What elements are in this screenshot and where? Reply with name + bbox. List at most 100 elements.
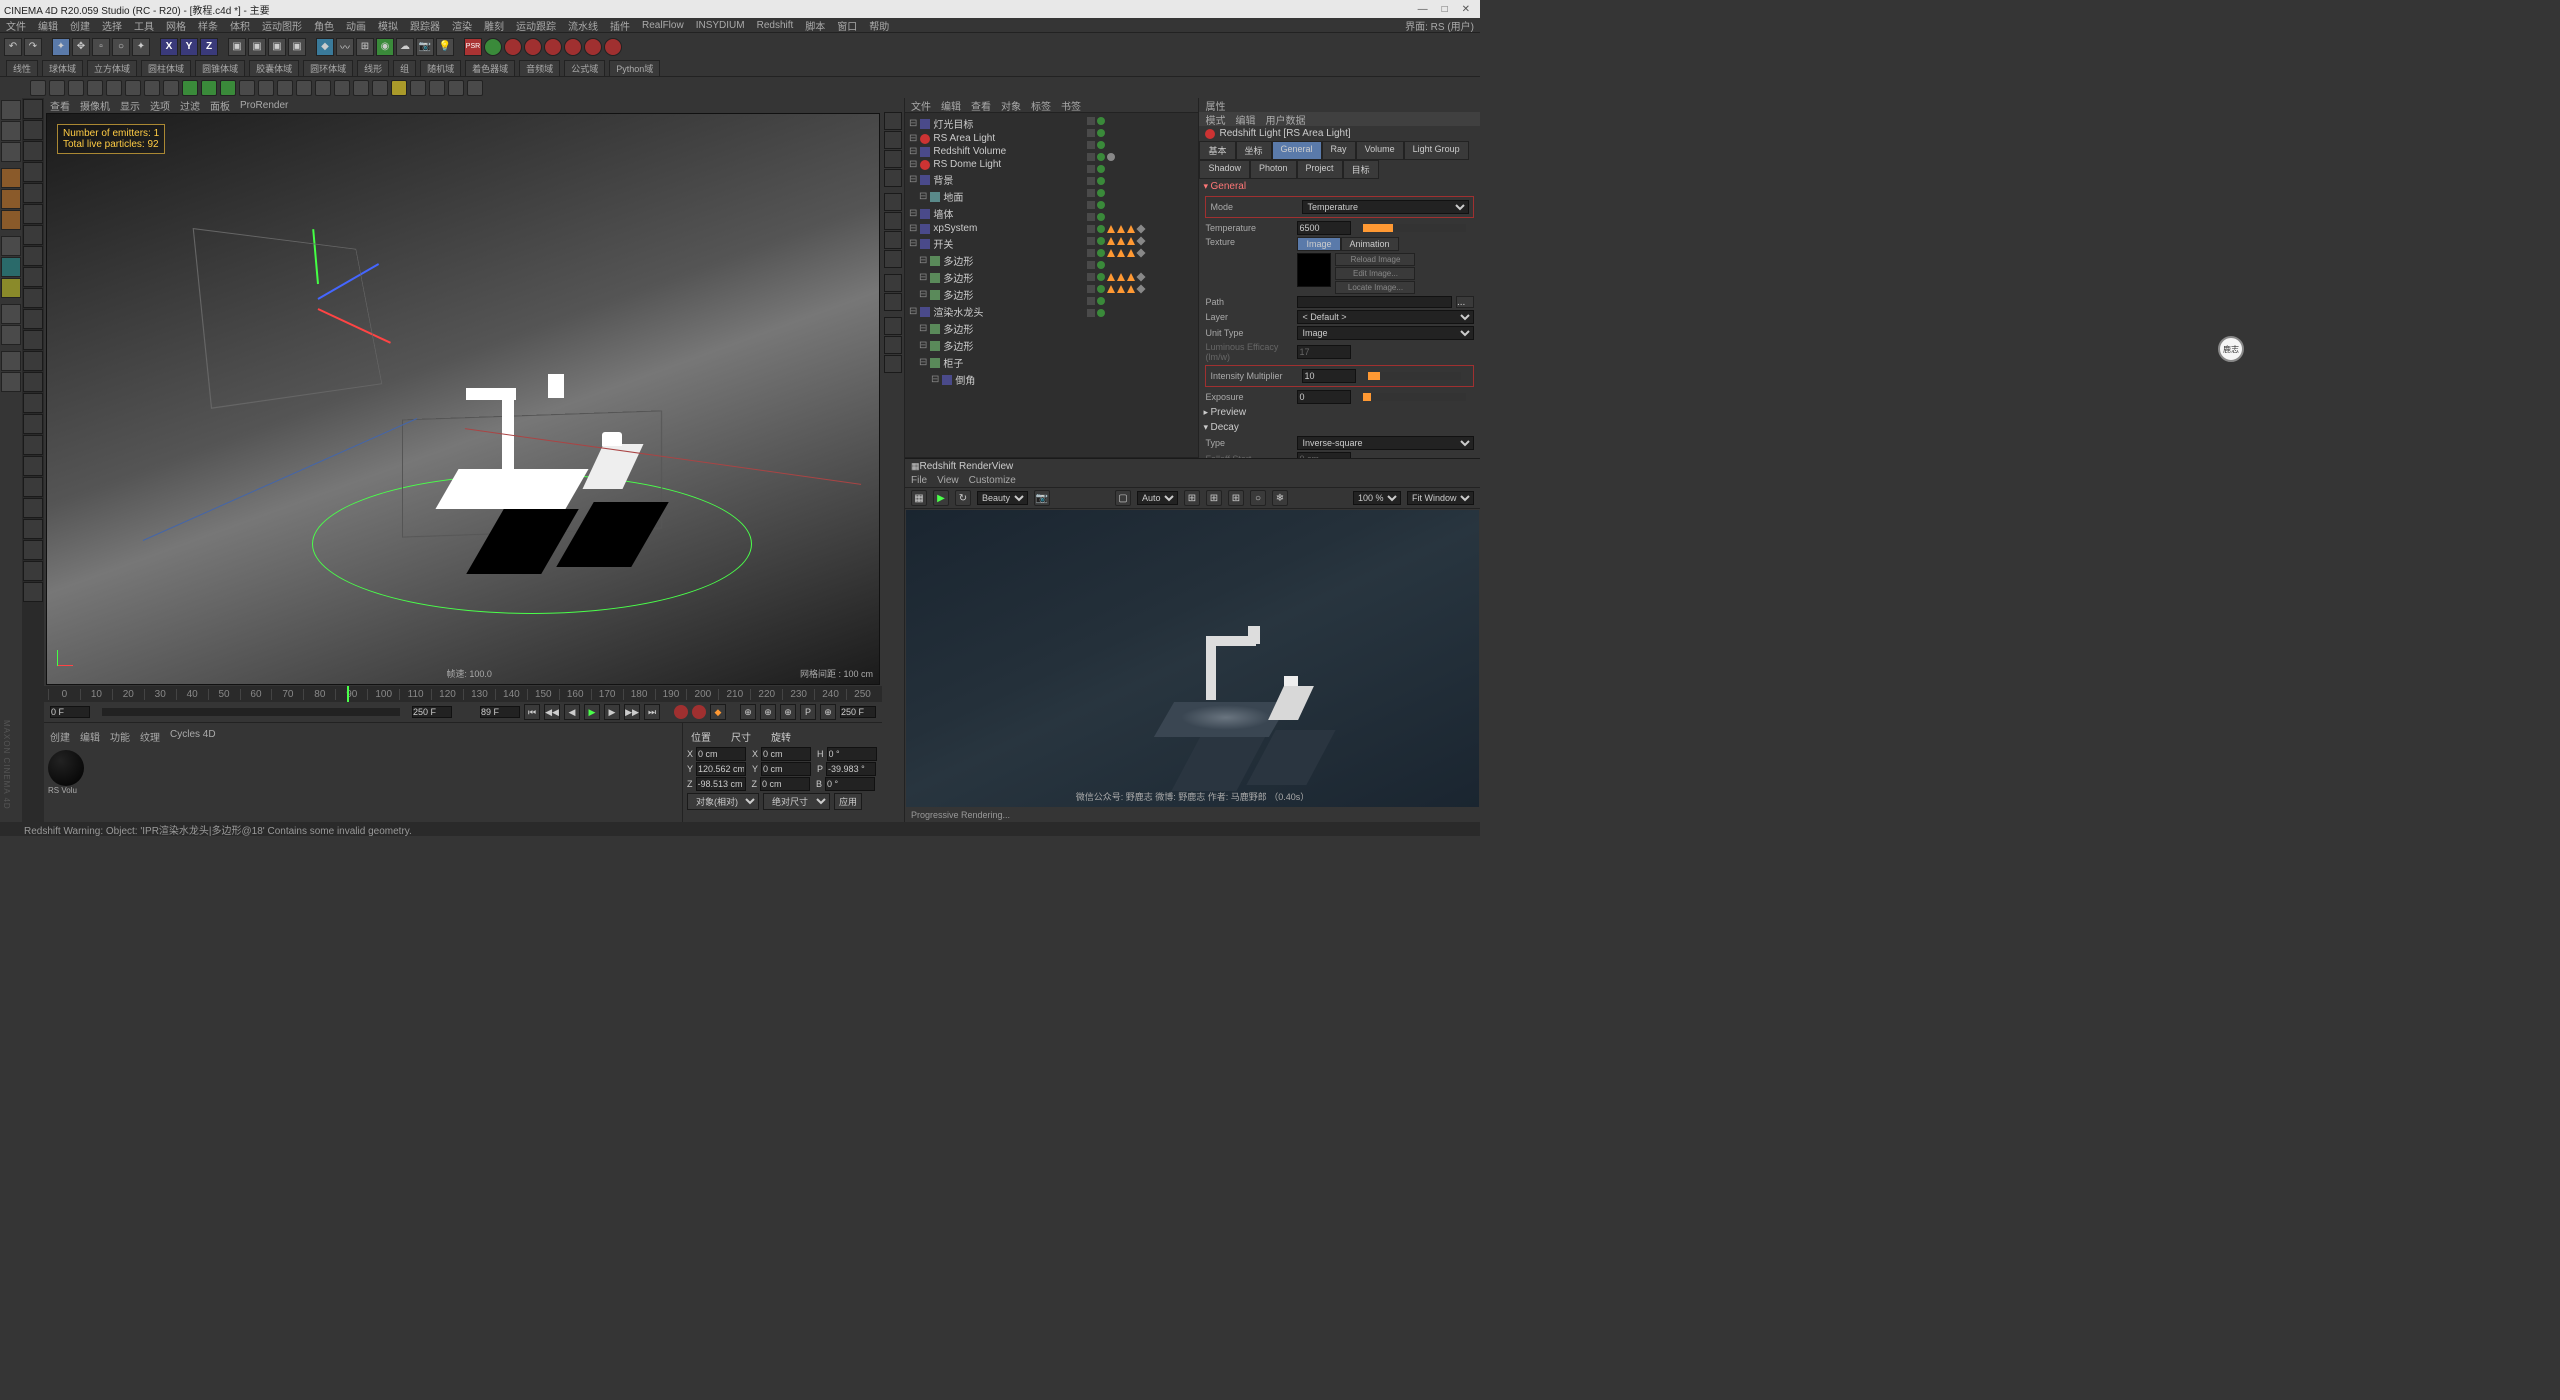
vnav5[interactable] — [884, 193, 902, 211]
s8[interactable] — [163, 80, 179, 96]
palette-公式域[interactable]: 公式域 — [564, 60, 605, 77]
render-settings-button[interactable]: ▣ — [268, 38, 286, 56]
vnav8[interactable] — [884, 250, 902, 268]
t9[interactable] — [23, 267, 43, 287]
rv-bucket3[interactable]: ⊞ — [1228, 490, 1244, 506]
hier-item-8[interactable]: ⊟开关 — [907, 235, 1081, 252]
t22[interactable] — [23, 540, 43, 560]
goto-prev-key[interactable]: ◀◀ — [544, 704, 560, 720]
om-menu-书签[interactable]: 书签 — [1061, 98, 1081, 113]
rv-bucket1[interactable]: ⊞ — [1184, 490, 1200, 506]
param-key[interactable]: P — [800, 704, 816, 720]
mat-menu-创建[interactable]: 创建 — [50, 729, 70, 744]
maximize-icon[interactable]: □ — [1442, 4, 1448, 15]
t17[interactable] — [23, 435, 43, 455]
mat-menu-功能[interactable]: 功能 — [110, 729, 130, 744]
start-frame[interactable] — [50, 706, 90, 718]
palette-着色器域[interactable]: 着色器域 — [465, 60, 515, 77]
palette-随机域[interactable]: 随机域 — [420, 60, 461, 77]
t15[interactable] — [23, 393, 43, 413]
recent-tool[interactable]: ✦ — [132, 38, 150, 56]
vnav6[interactable] — [884, 212, 902, 230]
menu-雕刻[interactable]: 雕刻 — [484, 18, 504, 33]
layout-selector[interactable]: 界面: RS (用户) — [1405, 18, 1474, 33]
mat-menu-Cycles 4D[interactable]: Cycles 4D — [170, 729, 216, 744]
move-tool[interactable]: ✥ — [72, 38, 90, 56]
vp-menu-过滤[interactable]: 过滤 — [180, 98, 200, 113]
goto-start[interactable]: ⏮ — [524, 704, 540, 720]
hier-item-16[interactable]: ⊟倒角 — [907, 371, 1081, 388]
vp-menu-面板[interactable]: 面板 — [210, 98, 230, 113]
coord-space-select[interactable]: 对象(相对) — [687, 793, 759, 810]
light-tool[interactable]: 💡 — [436, 38, 454, 56]
record-key[interactable] — [674, 705, 688, 719]
s15[interactable] — [296, 80, 312, 96]
opt7-button[interactable] — [604, 38, 622, 56]
viewport-solo[interactable] — [1, 257, 21, 277]
material-preview[interactable] — [48, 750, 84, 786]
autokey[interactable] — [692, 705, 706, 719]
menu-脚本[interactable]: 脚本 — [805, 18, 825, 33]
vp-menu-显示[interactable]: 显示 — [120, 98, 140, 113]
workplane-mode[interactable] — [1, 142, 21, 162]
mat-menu-编辑[interactable]: 编辑 — [80, 729, 100, 744]
hier-item-10[interactable]: ⊟多边形 — [907, 269, 1081, 286]
snap-toggle[interactable] — [1, 278, 21, 298]
vnav13[interactable] — [884, 355, 902, 373]
opt2-button[interactable] — [504, 38, 522, 56]
menu-编辑[interactable]: 编辑 — [38, 18, 58, 33]
render-image[interactable]: 微信公众号: 野鹿志 微博: 野鹿志 作者: 马鹿野郎 （0.40s） — [906, 510, 1479, 807]
render-region-button[interactable]: ▣ — [248, 38, 266, 56]
camera-tool[interactable]: 📷 — [416, 38, 434, 56]
t2[interactable] — [23, 120, 43, 140]
poly-mode[interactable] — [1, 210, 21, 230]
rotate-tool[interactable]: ○ — [112, 38, 130, 56]
hier-item-2[interactable]: ⊟Redshift Volume — [907, 145, 1081, 158]
hier-item-9[interactable]: ⊟多边形 — [907, 252, 1081, 269]
s22[interactable] — [429, 80, 445, 96]
t20[interactable] — [23, 498, 43, 518]
s23[interactable] — [448, 80, 464, 96]
menu-网格[interactable]: 网格 — [166, 18, 186, 33]
unit-select[interactable]: Image — [1297, 326, 1474, 340]
live-select-tool[interactable]: ✦ — [52, 38, 70, 56]
s14[interactable] — [277, 80, 293, 96]
opt4-button[interactable] — [544, 38, 562, 56]
vp-menu-选项[interactable]: 选项 — [150, 98, 170, 113]
palette-圆环体域[interactable]: 圆环体域 — [303, 60, 353, 77]
undo-button[interactable]: ↶ — [4, 38, 22, 56]
s19[interactable] — [372, 80, 388, 96]
menu-窗口[interactable]: 窗口 — [837, 18, 857, 33]
s17[interactable] — [334, 80, 350, 96]
spline-tool[interactable]: 〰 — [336, 38, 354, 56]
t4[interactable] — [23, 162, 43, 182]
model-mode[interactable] — [1, 100, 21, 120]
edge-mode[interactable] — [1, 189, 21, 209]
current-frame[interactable] — [480, 706, 520, 718]
goto-end[interactable]: ⏭ — [644, 704, 660, 720]
z-axis-toggle[interactable]: Z — [200, 38, 218, 56]
menu-体积[interactable]: 体积 — [230, 18, 250, 33]
s13[interactable] — [258, 80, 274, 96]
exposure-slider[interactable] — [1363, 393, 1466, 401]
t16[interactable] — [23, 414, 43, 434]
s16[interactable] — [315, 80, 331, 96]
generator-tool[interactable]: ⊞ — [356, 38, 374, 56]
menu-INSYDIUM[interactable]: INSYDIUM — [696, 20, 745, 31]
locked-workplane[interactable] — [1, 304, 21, 324]
temp-input[interactable] — [1297, 221, 1351, 235]
mat-menu-纹理[interactable]: 纹理 — [140, 729, 160, 744]
exposure-input[interactable] — [1297, 390, 1351, 404]
t18[interactable] — [23, 456, 43, 476]
hier-item-11[interactable]: ⊟多边形 — [907, 286, 1081, 303]
opt3-button[interactable] — [524, 38, 542, 56]
rv-crop[interactable]: ▢ — [1115, 490, 1131, 506]
psr-button[interactable]: PSR — [464, 38, 482, 56]
pos-key[interactable]: ⊕ — [740, 704, 756, 720]
rv-freeze[interactable]: ❄ — [1272, 490, 1288, 506]
scale-tool[interactable]: ▫ — [92, 38, 110, 56]
s11[interactable] — [220, 80, 236, 96]
rot-key[interactable]: ⊕ — [780, 704, 796, 720]
vp-menu-查看[interactable]: 查看 — [50, 98, 70, 113]
s5[interactable] — [106, 80, 122, 96]
